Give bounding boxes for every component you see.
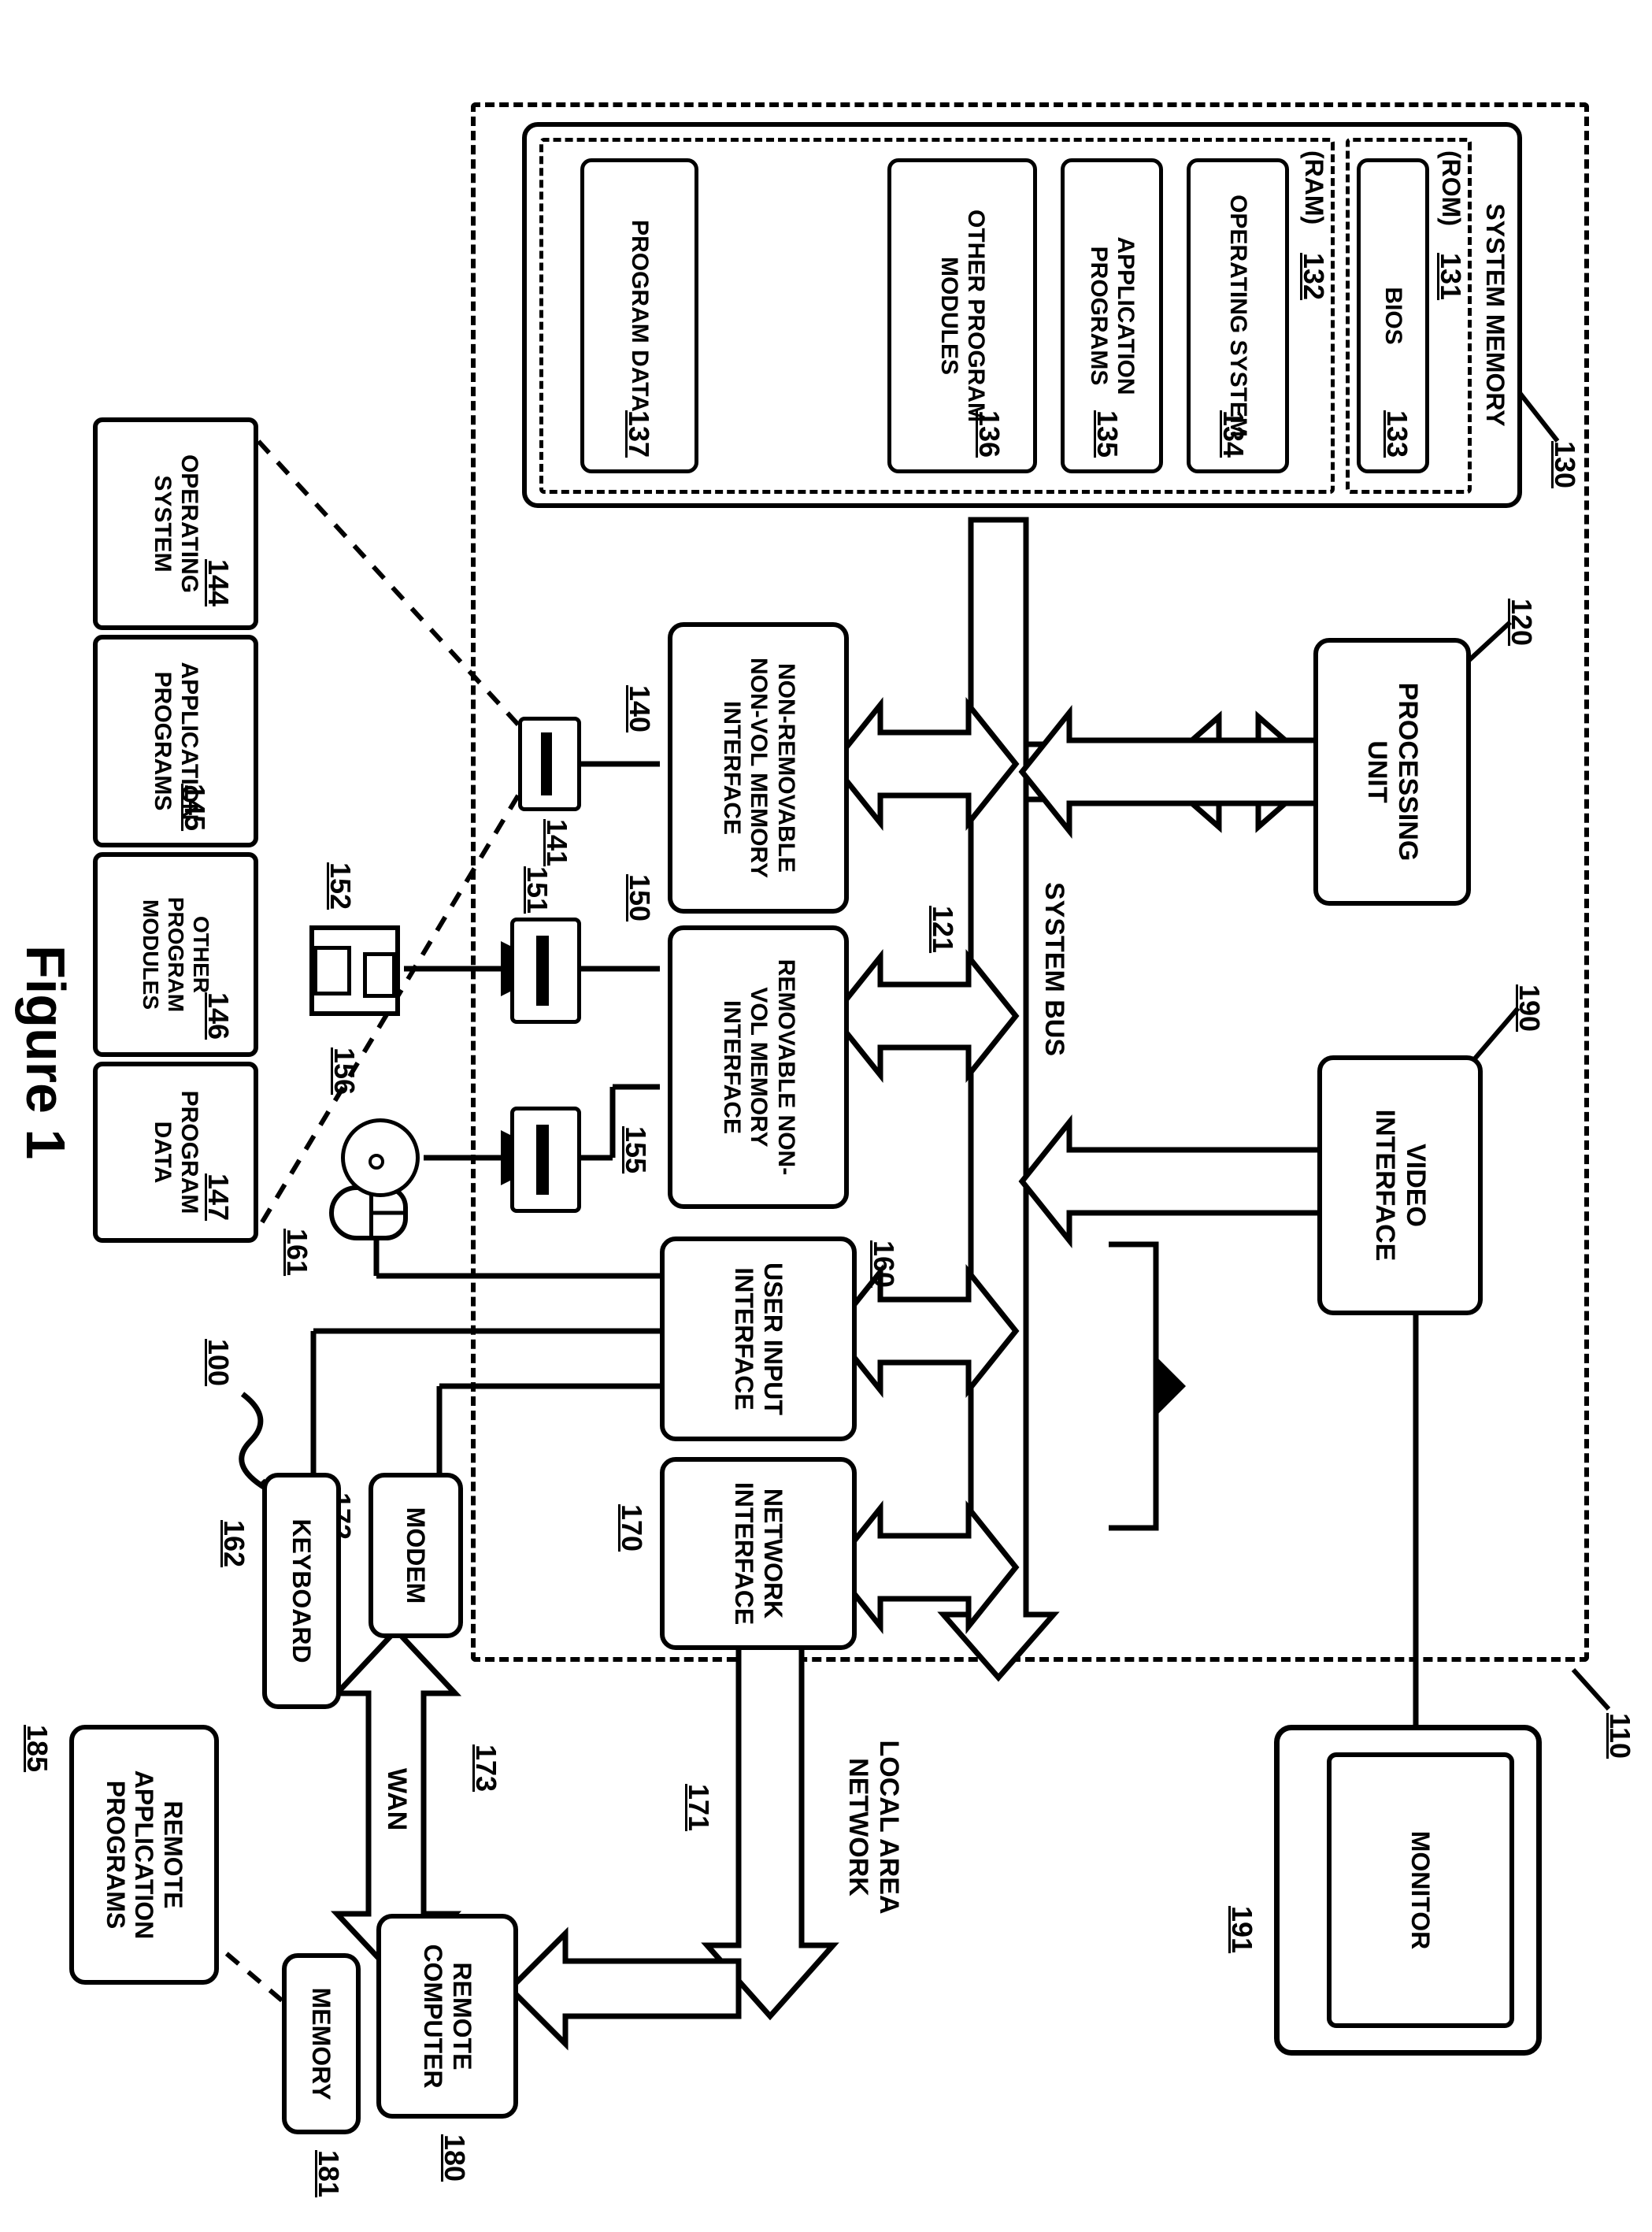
lan-label: LOCAL AREA NETWORK: [843, 1705, 904, 1949]
ref-161: 161: [280, 1229, 313, 1276]
ref-151: 151: [520, 866, 554, 914]
user-input-iface: USER INPUT INTERFACE: [660, 1236, 857, 1441]
ref-145: 145: [178, 784, 211, 831]
ref-171: 171: [682, 1784, 715, 1831]
ref-134: 134: [1217, 410, 1250, 458]
bios-label: BIOS: [1380, 287, 1406, 344]
ref-147: 147: [202, 1173, 235, 1221]
ref-152: 152: [324, 862, 357, 910]
remote-apps: REMOTE APPLICATION PROGRAMS: [69, 1725, 219, 1985]
diagram-stage: SYSTEM MEMORY (ROM) 131 BIOS 133 (RAM) 1…: [0, 0, 1652, 2232]
remote-computer: REMOTE COMPUTER: [376, 1914, 518, 2119]
remote-memory: MEMORY: [282, 1953, 361, 2134]
ref-130: 130: [1548, 441, 1581, 488]
ref-173: 173: [469, 1744, 502, 1792]
wan-label: WAN: [381, 1768, 412, 1830]
remote-memory-label: MEMORY: [307, 1988, 336, 2100]
floppy-disk-icon: [309, 925, 400, 1016]
other-ram-box: OTHER PROGRAM MODULES: [887, 158, 1037, 473]
nonrem-label: NON-REMOVABLE NON-VOL MEMORY INTERFACE: [717, 633, 799, 903]
ref-110: 110: [1603, 1713, 1636, 1759]
figure-title: Figure 1: [14, 945, 77, 1159]
ref-146: 146: [202, 992, 235, 1040]
ref-185: 185: [20, 1725, 54, 1772]
processing-unit-label: PROCESSING UNIT: [1361, 649, 1423, 895]
ref-136: 136: [972, 410, 1006, 458]
ref-141: 141: [540, 819, 573, 866]
ref-190: 190: [1513, 984, 1546, 1032]
monitor-outer: MONITOR: [1274, 1725, 1542, 2056]
ref-160: 160: [867, 1240, 900, 1288]
rom-label: (ROM): [1436, 150, 1465, 226]
keyboard: KEYBOARD: [262, 1473, 341, 1709]
ref-131: 131: [1434, 253, 1467, 300]
keyboard-label: KEYBOARD: [287, 1518, 317, 1663]
ref-155: 155: [619, 1126, 652, 1173]
optical-drive-icon: [510, 1107, 581, 1213]
video-interface: VIDEO INTERFACE: [1317, 1055, 1483, 1315]
ref-133: 133: [1380, 410, 1413, 458]
hdd-icon: [518, 717, 581, 811]
ref-132: 132: [1297, 253, 1330, 300]
modem-label: MODEM: [402, 1507, 431, 1604]
net-label: NETWORK INTERFACE: [729, 1468, 787, 1639]
uii-label: USER INPUT INTERFACE: [729, 1248, 787, 1430]
rem-label: REMOVABLE NON-VOL MEMORY INTERFACE: [717, 936, 799, 1198]
apps-disk-box: APPLICATION PROGRAMS: [93, 635, 258, 847]
monitor-label: MONITOR: [1406, 1831, 1435, 1950]
data-disk-label: PROGRAM DATA: [149, 1073, 203, 1232]
system-bus-label: SYSTEM BUS: [1039, 882, 1069, 1056]
video-interface-label: VIDEO INTERFACE: [1369, 1066, 1431, 1304]
ref-150: 150: [623, 874, 656, 921]
processing-unit: PROCESSING UNIT: [1313, 638, 1471, 906]
optical-disc-icon: [341, 1118, 420, 1197]
nonremovable-iface: NON-REMOVABLE NON-VOL MEMORY INTERFACE: [668, 622, 849, 914]
system-memory: SYSTEM MEMORY (ROM) 131 BIOS 133 (RAM) 1…: [522, 122, 1522, 508]
ref-137: 137: [622, 410, 655, 458]
ref-121: 121: [926, 906, 959, 953]
ref-144: 144: [202, 559, 235, 606]
floppy-drive-icon: [510, 918, 581, 1024]
modem: MODEM: [369, 1473, 463, 1638]
network-iface: NETWORK INTERFACE: [660, 1457, 857, 1650]
data-ram-label: PROGRAM DATA: [626, 220, 653, 412]
os-disk-label: OPERATING SYSTEM: [149, 428, 203, 619]
os-ram-label: OPERATING SYSTEM: [1224, 195, 1251, 437]
removable-iface: REMOVABLE NON-VOL MEMORY INTERFACE: [668, 925, 849, 1209]
ram-label: (RAM): [1299, 150, 1328, 224]
ref-170: 170: [615, 1504, 648, 1552]
ref-181: 181: [312, 2150, 345, 2197]
ref-120: 120: [1505, 599, 1538, 646]
ref-191: 191: [1225, 1906, 1258, 1953]
ref-140: 140: [623, 685, 656, 732]
ref-100: 100: [202, 1339, 235, 1386]
ref-135: 135: [1091, 410, 1124, 458]
ref-180: 180: [438, 2134, 471, 2182]
remote-apps-label: REMOTE APPLICATION PROGRAMS: [101, 1736, 187, 1974]
ref-156: 156: [328, 1047, 361, 1095]
ref-162: 162: [217, 1520, 250, 1567]
remote-computer-label: REMOTE COMPUTER: [418, 1925, 476, 2108]
system-memory-title: SYSTEM MEMORY: [1480, 127, 1509, 503]
